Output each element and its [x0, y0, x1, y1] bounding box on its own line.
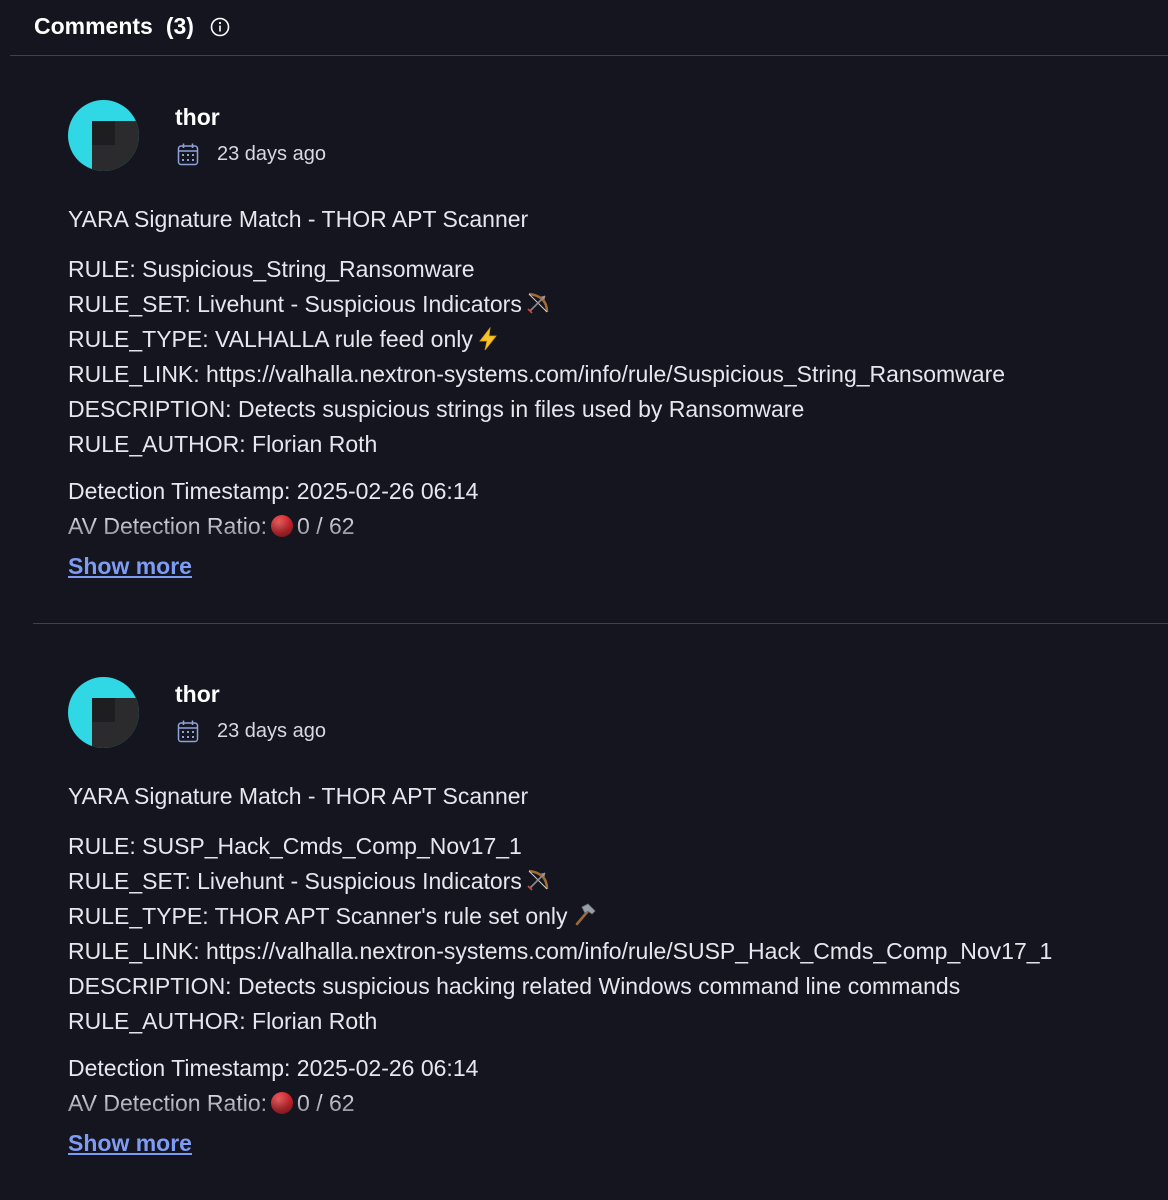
av-ratio-label: AV Detection Ratio: — [68, 1090, 268, 1116]
comments-title: Comments — [34, 12, 153, 39]
rule-set-text: RULE_SET: Livehunt - Suspicious Indicato… — [68, 868, 522, 894]
detection-timestamp: Detection Timestamp: 2025-02-26 06:14 — [68, 478, 479, 504]
av-ratio-label: AV Detection Ratio: — [68, 513, 268, 539]
bow-and-arrow-icon — [525, 867, 551, 903]
show-more-link[interactable]: Show more — [68, 1130, 192, 1157]
rule-set-line: RULE_SET: Livehunt - Suspicious Indicato… — [68, 287, 1005, 322]
rule-line: RULE: Suspicious_String_Ransomware — [68, 256, 475, 282]
info-circle-icon[interactable] — [210, 16, 230, 37]
av-ratio-line: AV Detection Ratio: 0 / 62 — [68, 1086, 668, 1121]
comments-count: (3) — [165, 12, 194, 39]
comments-header: Comments (3) — [34, 8, 230, 44]
rule-link-line[interactable]: RULE_LINK: https://valhalla.nextron-syst… — [68, 357, 1005, 392]
comment-date-text: 23 days ago — [217, 719, 326, 742]
rule-author-line: RULE_AUTHOR: Florian Roth — [68, 431, 378, 457]
bow-and-arrow-icon — [525, 290, 551, 326]
hammer-icon — [571, 902, 597, 938]
comment-rule-details: RULE: Suspicious_String_Ransomware RULE_… — [68, 252, 1005, 462]
av-ratio-value: 0 / 62 — [297, 513, 355, 539]
calendar-icon — [177, 142, 199, 166]
red-circle-icon — [271, 515, 294, 537]
detection-details: Detection Timestamp: 2025-02-26 06:14 AV… — [68, 474, 668, 544]
comment-divider — [33, 623, 1168, 624]
avatar[interactable] — [68, 677, 139, 748]
av-ratio-line: AV Detection Ratio: 0 / 62 — [68, 509, 668, 544]
comment-title: YARA Signature Match - THOR APT Scanner — [68, 206, 529, 232]
rule-type-text: RULE_TYPE: VALHALLA rule feed only — [68, 326, 473, 352]
comment-rule-details: RULE: SUSP_Hack_Cmds_Comp_Nov17_1 RULE_S… — [68, 829, 1052, 1039]
av-ratio-value: 0 / 62 — [297, 1090, 355, 1116]
comment-date: 23 days ago — [177, 142, 326, 166]
detection-timestamp: Detection Timestamp: 2025-02-26 06:14 — [68, 1055, 479, 1081]
rule-description-line: DESCRIPTION: Detects suspicious strings … — [68, 396, 805, 422]
rule-author-line: RULE_AUTHOR: Florian Roth — [68, 1008, 378, 1034]
rule-type-text: RULE_TYPE: THOR APT Scanner's rule set o… — [68, 903, 568, 929]
red-circle-icon — [271, 1092, 294, 1114]
rule-line: RULE: SUSP_Hack_Cmds_Comp_Nov17_1 — [68, 833, 522, 859]
rule-type-line: RULE_TYPE: VALHALLA rule feed only — [68, 322, 1005, 357]
show-more-link[interactable]: Show more — [68, 553, 192, 580]
rule-set-line: RULE_SET: Livehunt - Suspicious Indicato… — [68, 864, 1052, 899]
comment-author[interactable]: thor — [175, 104, 220, 131]
comment-date: 23 days ago — [177, 719, 326, 743]
avatar[interactable] — [68, 100, 139, 171]
detection-details: Detection Timestamp: 2025-02-26 06:14 AV… — [68, 1051, 668, 1121]
comments-panel: Comments (3) thor 23 days ago YARA Signa… — [0, 0, 1168, 1200]
comment-date-text: 23 days ago — [217, 142, 326, 165]
calendar-icon — [177, 719, 199, 743]
rule-link-line[interactable]: RULE_LINK: https://valhalla.nextron-syst… — [68, 934, 1052, 969]
rule-description-line: DESCRIPTION: Detects suspicious hacking … — [68, 973, 961, 999]
lightning-icon — [476, 326, 500, 361]
header-divider — [10, 55, 1168, 56]
comment-title: YARA Signature Match - THOR APT Scanner — [68, 783, 529, 809]
rule-set-text: RULE_SET: Livehunt - Suspicious Indicato… — [68, 291, 522, 317]
comment-author[interactable]: thor — [175, 681, 220, 708]
rule-type-line: RULE_TYPE: THOR APT Scanner's rule set o… — [68, 899, 1052, 934]
